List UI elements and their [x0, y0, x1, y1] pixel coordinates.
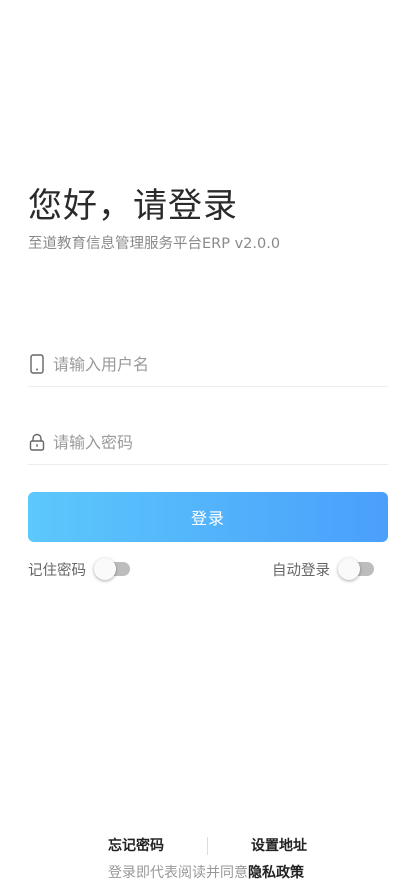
page-title: 您好，请登录	[28, 186, 238, 226]
footer-links: 忘记密码 设置地址	[0, 835, 414, 857]
auto-login-label: 自动登录	[272, 562, 330, 579]
remember-password-label: 记住密码	[28, 562, 86, 579]
forgot-password-link[interactable]: 忘记密码	[108, 835, 164, 857]
auto-login-toggle[interactable]	[338, 558, 374, 580]
agreement-notice: 登录即代表阅读并同意隐私政策	[108, 862, 304, 884]
password-field[interactable]	[28, 420, 388, 465]
username-field[interactable]	[28, 342, 388, 387]
set-address-link[interactable]: 设置地址	[251, 835, 307, 857]
app-subtitle: 至道教育信息管理服务平台ERP v2.0.0	[28, 236, 281, 252]
remember-password-toggle[interactable]	[94, 558, 130, 580]
toggle-knob	[94, 558, 116, 580]
login-button[interactable]: 登录	[28, 492, 388, 542]
auto-login-option: 自动登录	[272, 557, 374, 581]
username-input[interactable]	[53, 354, 373, 374]
agreement-text: 登录即代表阅读并同意	[108, 865, 248, 881]
privacy-policy-link[interactable]: 隐私政策	[248, 865, 304, 881]
toggle-knob	[338, 558, 360, 580]
remember-password-option: 记住密码	[28, 557, 130, 581]
lock-icon	[28, 431, 46, 453]
password-input[interactable]	[53, 432, 373, 452]
footer-divider	[207, 837, 208, 855]
phone-icon	[28, 353, 46, 375]
